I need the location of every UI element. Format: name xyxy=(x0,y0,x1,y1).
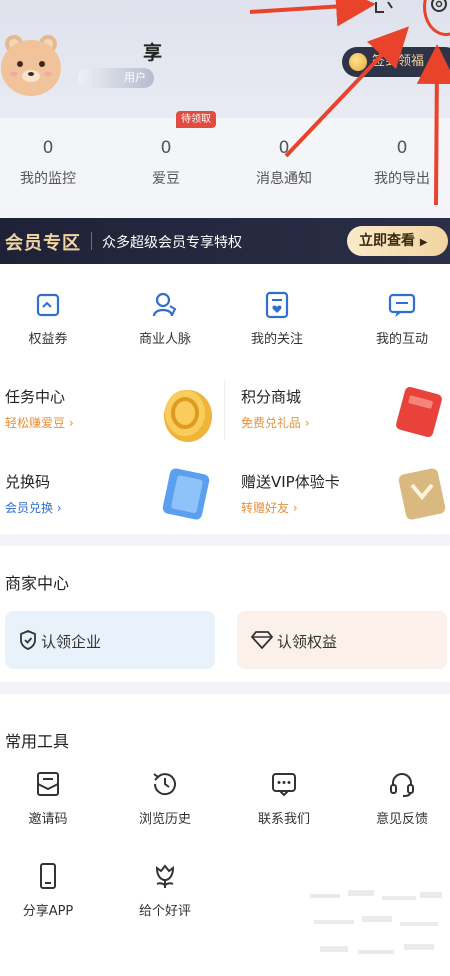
annotation-arrow xyxy=(249,0,376,27)
annotation-arrows xyxy=(249,0,450,206)
annotation-arrow xyxy=(284,26,410,158)
annotation-arrow xyxy=(416,44,450,206)
